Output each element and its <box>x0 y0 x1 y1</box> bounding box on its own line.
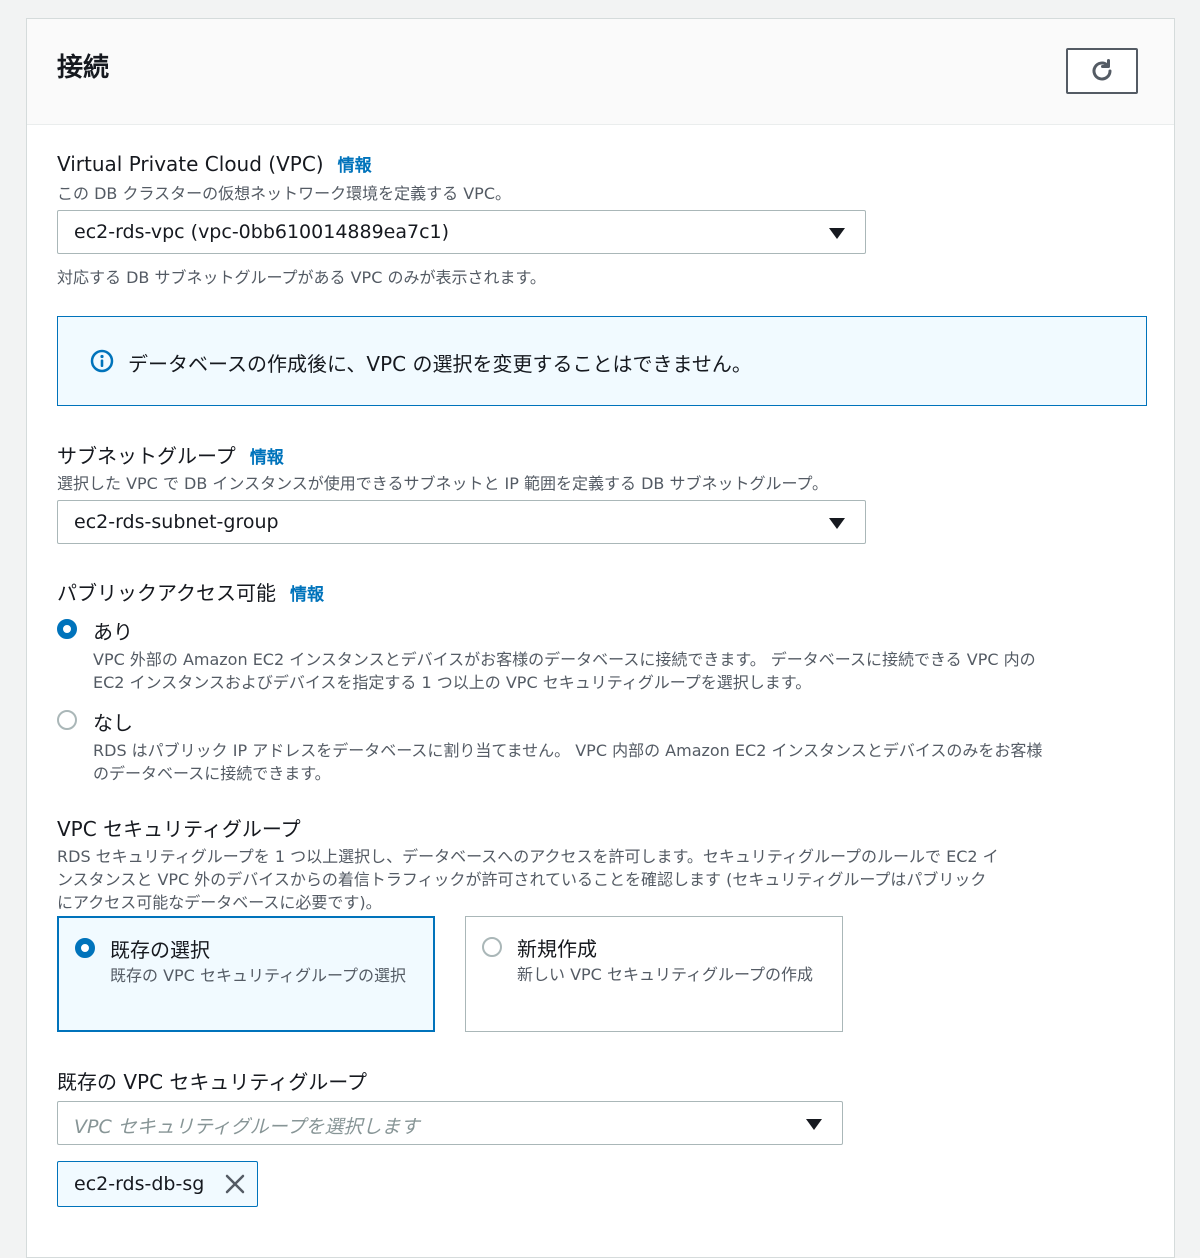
vpc-description: この DB クラスターの仮想ネットワーク環境を定義する VPC。 <box>57 184 512 203</box>
security-group-desc-1: RDS セキュリティグループを 1 つ以上選択し、データベースへのアクセスを許可… <box>57 847 999 866</box>
public-access-yes-desc-1: VPC 外部の Amazon EC2 インスタンスとデバイスがお客様のデータベー… <box>93 650 1036 669</box>
caret-down-icon <box>829 518 845 529</box>
public-access-label: パブリックアクセス可能 <box>57 581 276 605</box>
public-access-no-radio[interactable] <box>57 710 77 730</box>
tile-create-new-label: 新規作成 <box>517 937 597 961</box>
sg-token: ec2-rds-db-sg <box>57 1161 258 1207</box>
security-group-label: VPC セキュリティグループ <box>57 817 301 841</box>
public-access-yes-radio[interactable] <box>57 619 77 639</box>
panel-header: 接続 <box>27 19 1174 125</box>
subnet-label-row: サブネットグループ 情報 <box>57 440 284 469</box>
subnet-description: 選択した VPC で DB インスタンスが使用できるサブネットと IP 範囲を定… <box>57 474 829 493</box>
caret-down-icon <box>829 228 845 239</box>
public-access-no-desc-2: のデータベースに接続できます。 <box>93 764 331 783</box>
subnet-select[interactable]: ec2-rds-subnet-group <box>57 500 866 544</box>
vpc-info-link[interactable]: 情報 <box>338 156 372 176</box>
tile-choose-existing[interactable]: 既存の選択 既存の VPC セキュリティグループの選択 <box>57 916 435 1032</box>
vpc-info-alert: データベースの作成後に、VPC の選択を変更することはできません。 <box>57 316 1147 406</box>
close-icon[interactable] <box>223 1172 247 1196</box>
vpc-select[interactable]: ec2-rds-vpc (vpc-0bb610014889ea7c1) <box>57 210 866 254</box>
existing-sg-placeholder: VPC セキュリティグループを選択します <box>74 1116 420 1138</box>
subnet-label: サブネットグループ <box>57 444 236 468</box>
vpc-select-value: ec2-rds-vpc (vpc-0bb610014889ea7c1) <box>74 221 450 243</box>
public-access-no-desc-1: RDS はパブリック IP アドレスをデータベースに割り当てません。 VPC 内… <box>93 741 1043 760</box>
alert-text: データベースの作成後に、VPC の選択を変更することはできません。 <box>128 352 752 376</box>
existing-sg-select[interactable]: VPC セキュリティグループを選択します <box>57 1101 843 1145</box>
vpc-label: Virtual Private Cloud (VPC) <box>57 152 324 176</box>
refresh-icon <box>1092 59 1112 81</box>
public-access-yes-desc-2: EC2 インスタンスおよびデバイスを指定する 1 つ以上の VPC セキュリティ… <box>93 673 812 692</box>
choose-existing-radio[interactable] <box>75 938 95 958</box>
existing-sg-label: 既存の VPC セキュリティグループ <box>57 1070 368 1094</box>
subnet-info-link[interactable]: 情報 <box>250 448 284 468</box>
tile-choose-existing-label: 既存の選択 <box>110 938 210 962</box>
connectivity-panel: 接続 Virtual Private Cloud (VPC) 情報 この DB ク… <box>26 18 1175 1258</box>
subnet-select-value: ec2-rds-subnet-group <box>74 511 279 533</box>
public-access-label-row: パブリックアクセス可能 情報 <box>57 577 324 606</box>
security-group-desc-3: にアクセス可能なデータベースに必要です)。 <box>57 893 382 912</box>
sg-token-label: ec2-rds-db-sg <box>74 1173 205 1195</box>
tile-create-new-desc: 新しい VPC セキュリティグループの作成 <box>517 965 814 984</box>
create-new-radio[interactable] <box>482 937 502 957</box>
public-access-yes-label: あり <box>93 620 133 644</box>
caret-down-icon <box>806 1119 822 1130</box>
info-circle-icon <box>90 349 114 373</box>
refresh-button[interactable] <box>1066 48 1138 94</box>
public-access-info-link[interactable]: 情報 <box>290 585 324 605</box>
panel-title: 接続 <box>57 53 110 83</box>
security-group-desc-2: ンスタンスと VPC 外のデバイスからの着信トラフィックが許可されていることを確… <box>57 870 987 889</box>
tile-create-new[interactable]: 新規作成 新しい VPC セキュリティグループの作成 <box>465 916 843 1032</box>
vpc-label-row: Virtual Private Cloud (VPC) 情報 <box>57 151 372 176</box>
tile-choose-existing-desc: 既存の VPC セキュリティグループの選択 <box>110 966 407 985</box>
public-access-no-label: なし <box>93 711 133 735</box>
vpc-hint: 対応する DB サブネットグループがある VPC のみが表示されます。 <box>57 268 546 287</box>
